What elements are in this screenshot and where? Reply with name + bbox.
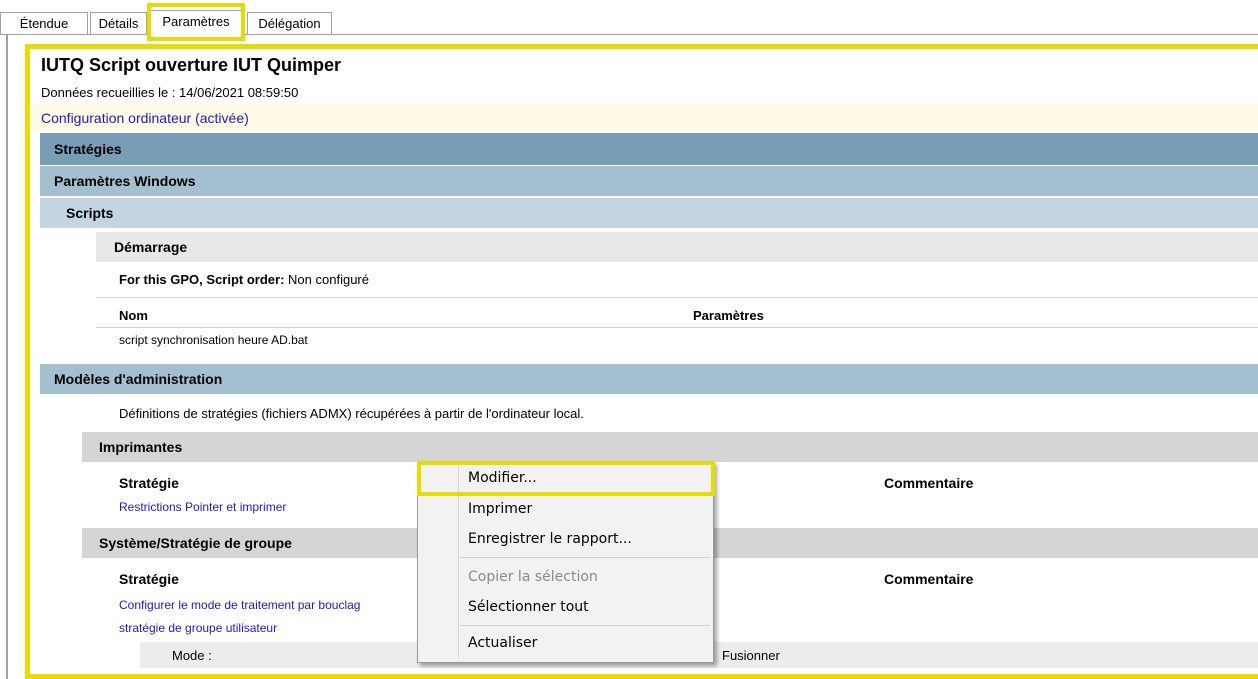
script-file-name: script synchronisation heure AD.bat <box>119 333 308 347</box>
section-strategies[interactable]: Stratégies <box>40 133 1258 165</box>
menu-separator <box>460 557 710 558</box>
script-order-label: For this GPO, Script order: <box>119 272 285 287</box>
panel-border <box>6 35 8 679</box>
tab-etendue[interactable]: Étendue <box>0 12 88 34</box>
section-startup-label: Démarrage <box>114 239 188 255</box>
script-order-row: For this GPO, Script order: Non configur… <box>119 272 369 287</box>
menu-item-imprimer[interactable]: Imprimer <box>468 501 532 517</box>
section-admin-templates[interactable]: Modèles d'administration <box>40 364 1258 394</box>
menu-item-copy-selection[interactable]: Copier la sélection <box>468 569 598 585</box>
loopback-policy-link-cont[interactable]: stratégie de groupe utilisateur <box>119 621 277 635</box>
report-title: IUTQ Script ouverture IUT Quimper <box>41 55 342 75</box>
divider <box>96 297 1258 298</box>
col-header-params: Paramètres <box>693 308 764 323</box>
section-windows-settings-label: Paramètres Windows <box>54 173 196 189</box>
col-header-policy: Stratégie <box>119 475 179 491</box>
col-header-comment: Commentaire <box>884 475 974 491</box>
tab-delegation[interactable]: Délégation <box>247 12 332 34</box>
mode-label: Mode : <box>172 648 212 663</box>
menu-separator <box>460 625 710 626</box>
col-header-name: Nom <box>119 308 148 323</box>
section-admin-templates-label: Modèles d'administration <box>54 371 223 387</box>
section-strategies-label: Stratégies <box>54 141 122 157</box>
menu-item-save-report[interactable]: Enregistrer le rapport... <box>468 531 632 547</box>
script-order-value: Non configuré <box>288 272 369 287</box>
computer-config-link[interactable]: Configuration ordinateur (activée) <box>41 110 249 126</box>
mode-value: Fusionner <box>722 648 780 663</box>
loopback-policy-link[interactable]: Configurer le mode de traitement par bou… <box>119 598 360 612</box>
menu-item-refresh[interactable]: Actualiser <box>468 635 537 651</box>
printer-policy-link[interactable]: Restrictions Pointer et imprimer <box>119 500 286 514</box>
section-windows-settings[interactable]: Paramètres Windows <box>40 166 1258 196</box>
section-scripts-label: Scripts <box>66 205 114 221</box>
col-header-comment-2: Commentaire <box>884 571 974 587</box>
menu-item-select-all[interactable]: Sélectionner tout <box>468 599 589 615</box>
section-startup[interactable]: Démarrage <box>96 232 1258 262</box>
collected-date: Données recueillies le : 14/06/2021 08:5… <box>41 85 299 100</box>
tab-highlight-box <box>147 3 245 41</box>
section-printers-label: Imprimantes <box>99 439 183 455</box>
section-scripts[interactable]: Scripts <box>40 198 1258 228</box>
col-header-policy-2: Stratégie <box>119 571 179 587</box>
tab-strip: Étendue Détails Paramètres Délégation <box>0 0 1258 41</box>
section-group-policy-label: Système/Stratégie de groupe <box>99 535 292 551</box>
tab-details[interactable]: Détails <box>90 12 147 34</box>
admx-note: Définitions de stratégies (fichiers ADMX… <box>119 406 584 421</box>
section-printers[interactable]: Imprimantes <box>82 432 1258 462</box>
menu-highlight-box <box>417 461 715 496</box>
divider <box>96 327 1258 328</box>
